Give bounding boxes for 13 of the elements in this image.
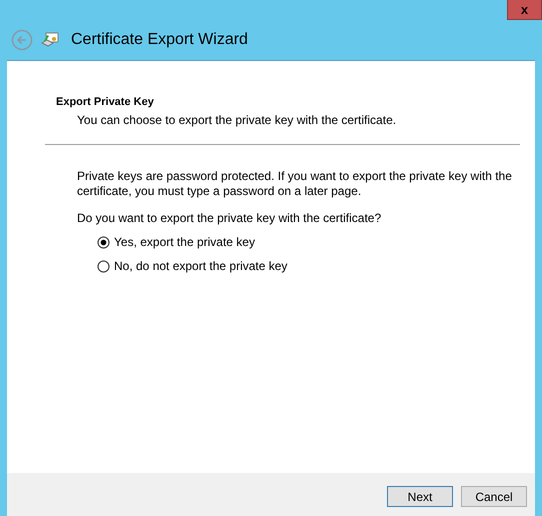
cancel-button[interactable]: Cancel	[461, 486, 527, 507]
radio-button-icon[interactable]	[97, 236, 110, 248]
radio-button-icon[interactable]	[97, 260, 110, 272]
radio-option[interactable]: Yes, export the private key	[97, 235, 255, 249]
close-button[interactable]: x	[507, 0, 542, 20]
radio-option[interactable]: No, do not export the private key	[97, 259, 288, 273]
page-subtitle: You can choose to export the private key with the certificate.	[77, 113, 398, 127]
window-title: Certificate Export Wizard	[71, 31, 248, 49]
certificate-icon	[41, 32, 59, 48]
question-text: Do you want to export the private key with the certificate?	[77, 211, 382, 225]
page-heading: Export Private Key	[56, 96, 155, 108]
description-text: Private keys are password protected. If you want to export the private key with the certificate, you must type a password on a later page.	[77, 169, 513, 199]
next-button[interactable]: Next	[387, 486, 453, 507]
